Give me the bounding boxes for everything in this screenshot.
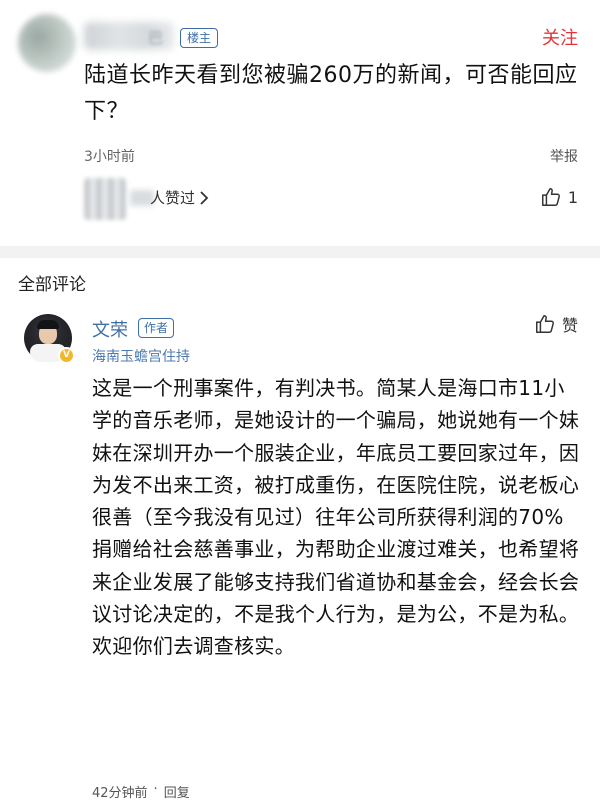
comments-section-title: 全部评论 bbox=[18, 275, 86, 295]
comment-meta: 42分钟前 · 回复 bbox=[92, 782, 190, 801]
comment-like-button[interactable]: 赞 bbox=[534, 312, 578, 336]
follow-button[interactable]: 关注 bbox=[542, 24, 578, 50]
reply-button[interactable]: 回复 bbox=[164, 782, 190, 801]
verified-v-icon: V bbox=[58, 347, 75, 364]
op-badge: 楼主 bbox=[180, 28, 219, 48]
liked-by-link[interactable]: 人赞过 bbox=[150, 187, 209, 208]
original-post: 巴 楼主 关注 陆道长昨天看到您被骗260万的新闻，可否能回应下？ 3小时前 举… bbox=[0, 0, 600, 246]
thumbs-up-icon bbox=[536, 315, 554, 333]
report-button[interactable]: 举报 bbox=[550, 146, 578, 166]
op-avatar-blurred[interactable] bbox=[18, 14, 76, 72]
author-avatar[interactable]: V bbox=[24, 314, 75, 364]
chevron-right-icon bbox=[200, 190, 209, 205]
post-like-button[interactable]: 1 bbox=[540, 186, 578, 208]
liker-avatar-blurred[interactable] bbox=[84, 178, 126, 220]
author-description: 海南玉蟾宫住持 bbox=[92, 349, 190, 365]
comment-text: 这是一个刑事案件，有判决书。简某人是海口市11小学的音乐老师，是她设计的一个骗局… bbox=[92, 376, 580, 659]
thumbs-up-icon bbox=[541, 188, 560, 206]
post-text: 陆道长昨天看到您被骗260万的新闻，可否能回应下？ bbox=[84, 63, 578, 124]
post-like-count: 1 bbox=[567, 187, 578, 207]
liked-by-label: 人赞过 bbox=[150, 189, 196, 207]
section-divider bbox=[0, 246, 600, 258]
post-timestamp: 3小时前 bbox=[84, 149, 135, 165]
comment-like-label: 赞 bbox=[561, 316, 578, 335]
comment-timestamp: 42分钟前 bbox=[92, 786, 148, 801]
author-name[interactable]: 文荣 bbox=[92, 316, 128, 342]
meta-separator: · bbox=[153, 782, 158, 797]
author-badge: 作者 bbox=[138, 318, 175, 338]
op-name-tail: 巴 bbox=[148, 29, 164, 47]
